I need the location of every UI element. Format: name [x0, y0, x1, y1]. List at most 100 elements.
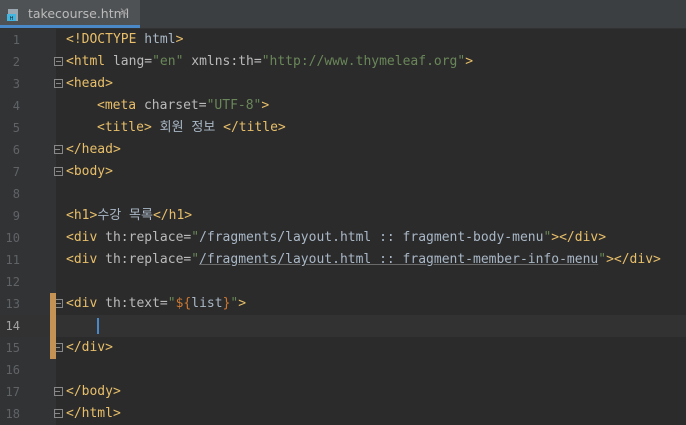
code-token: >	[465, 54, 474, 69]
html-file-icon: H	[7, 9, 18, 22]
code-token: lang=	[112, 54, 153, 69]
code-token: </title>	[223, 120, 286, 135]
code-text: <head>	[66, 73, 113, 95]
code-token: "	[167, 296, 176, 311]
code-token: "UTF-8"	[206, 98, 262, 113]
line-number: 9	[12, 209, 20, 223]
line-number: 13	[5, 297, 20, 311]
code-text: <div th:replace="/fragments/layout.html …	[66, 249, 661, 271]
line-number: 15	[5, 341, 20, 355]
line-number: 17	[5, 385, 20, 399]
code-text: <body>	[66, 161, 113, 183]
code-token: ></div>	[551, 230, 607, 245]
tab-title: takecourse.html	[28, 6, 130, 21]
code-token: "en"	[152, 54, 184, 69]
code-line[interactable]: 10 <div th:replace="/fragments/layout.ht…	[0, 227, 686, 249]
tab-takecourse-html[interactable]: H takecourse.html ✕	[0, 0, 140, 28]
line-number: 8	[12, 187, 20, 201]
code-token: </html>	[66, 406, 121, 421]
code-token: <div	[66, 296, 106, 311]
line-number: 16	[5, 363, 20, 377]
code-line[interactable]: 11 <div th:replace="/fragments/layout.ht…	[0, 249, 686, 271]
code-line[interactable]: 2 <html lang="en" xmlns:th="http://www.t…	[0, 51, 686, 73]
fold-icon[interactable]	[54, 145, 63, 154]
code-token: >	[238, 296, 247, 311]
code-text: <div th:text="${list}">	[66, 293, 246, 315]
code-token: </head>	[66, 142, 121, 157]
text-caret	[97, 318, 99, 334]
fold-icon[interactable]	[54, 57, 63, 66]
line-number: 10	[5, 231, 20, 245]
line-number: 18	[5, 407, 20, 421]
code-line[interactable]: 16	[0, 359, 686, 381]
code-token: <div	[66, 252, 106, 267]
code-token: th:replace=	[105, 230, 192, 245]
code-token: th:text=	[105, 296, 168, 311]
code-token: "	[598, 252, 607, 267]
code-token: xmlns:th=	[183, 54, 262, 69]
code-token: "	[191, 252, 200, 267]
code-token: list	[191, 296, 223, 311]
code-line[interactable]: 8	[0, 183, 686, 205]
code-line[interactable]: 7 <body>	[0, 161, 686, 183]
code-line[interactable]: 15 </div>	[0, 337, 686, 359]
code-token: <div	[66, 230, 106, 245]
code-token: >	[175, 32, 184, 47]
code-token: <h1>	[66, 208, 98, 223]
line-number: 2	[12, 55, 20, 69]
code-line[interactable]: 4 <meta charset="UTF-8">	[0, 95, 686, 117]
code-line[interactable]: 12	[0, 271, 686, 293]
code-token: <meta	[97, 98, 144, 113]
fold-icon[interactable]	[54, 167, 63, 176]
change-marker[interactable]	[50, 293, 56, 359]
line-number: 6	[12, 143, 20, 157]
close-icon[interactable]: ✕	[119, 5, 129, 19]
code-text: <meta charset="UTF-8">	[97, 95, 269, 117]
code-text: <!DOCTYPE html>	[66, 29, 183, 51]
code-line[interactable]: 3 <head>	[0, 73, 686, 95]
code-token: html	[144, 32, 176, 47]
code-line[interactable]: 6 </head>	[0, 139, 686, 161]
code-text: <h1>수강 목록</h1>	[66, 205, 192, 227]
code-token: ${	[175, 296, 192, 311]
code-token: charset=	[143, 98, 207, 113]
code-line[interactable]: 17 </body>	[0, 381, 686, 403]
code-token: <title>	[97, 120, 152, 135]
svg-text:H: H	[10, 16, 14, 22]
line-number: 7	[12, 165, 20, 179]
code-token: 회원 정보	[151, 120, 224, 135]
code-token: /fragments/layout.html :: fragment-membe…	[199, 252, 599, 267]
fold-icon[interactable]	[54, 387, 63, 396]
code-text: </div>	[66, 337, 113, 359]
code-token: /fragments/layout.html :: fragment-body-…	[199, 230, 544, 245]
code-token: <body>	[66, 164, 113, 179]
line-number: 12	[5, 275, 20, 289]
line-number: 5	[12, 121, 20, 135]
code-text: <html lang="en" xmlns:th="http://www.thy…	[66, 51, 473, 73]
line-number: 1	[12, 33, 20, 47]
code-text: </html>	[66, 403, 121, 425]
code-line[interactable]: 1 <!DOCTYPE html>	[0, 29, 686, 51]
line-number: 3	[12, 77, 20, 91]
code-line-current[interactable]: 14	[0, 315, 686, 337]
code-token: th:replace=	[105, 252, 192, 267]
code-token: <!DOCTYPE	[66, 32, 145, 47]
code-editor[interactable]: 1 <!DOCTYPE html> 2 <html lang="en" xmln…	[0, 29, 686, 425]
fold-icon[interactable]	[54, 79, 63, 88]
code-text: <div th:replace="/fragments/layout.html …	[66, 227, 606, 249]
editor-tab-bar: H takecourse.html ✕	[0, 0, 686, 29]
code-token: </body>	[66, 384, 121, 399]
code-text: <title> 회원 정보 </title>	[97, 117, 286, 139]
code-line[interactable]: 5 <title> 회원 정보 </title>	[0, 117, 686, 139]
code-token: 수강 목록	[97, 208, 153, 223]
code-line[interactable]: 9 <h1>수강 목록</h1>	[0, 205, 686, 227]
code-token: "http://www.thymeleaf.org"	[261, 54, 466, 69]
code-token: <head>	[66, 76, 113, 91]
code-token: ></div>	[606, 252, 661, 267]
code-token: >	[261, 98, 270, 113]
code-line[interactable]: 18 </html>	[0, 403, 686, 425]
code-line[interactable]: 13 <div th:text="${list}">	[0, 293, 686, 315]
code-token: </h1>	[152, 208, 193, 223]
fold-icon[interactable]	[54, 409, 63, 418]
code-token: <html	[66, 54, 113, 69]
